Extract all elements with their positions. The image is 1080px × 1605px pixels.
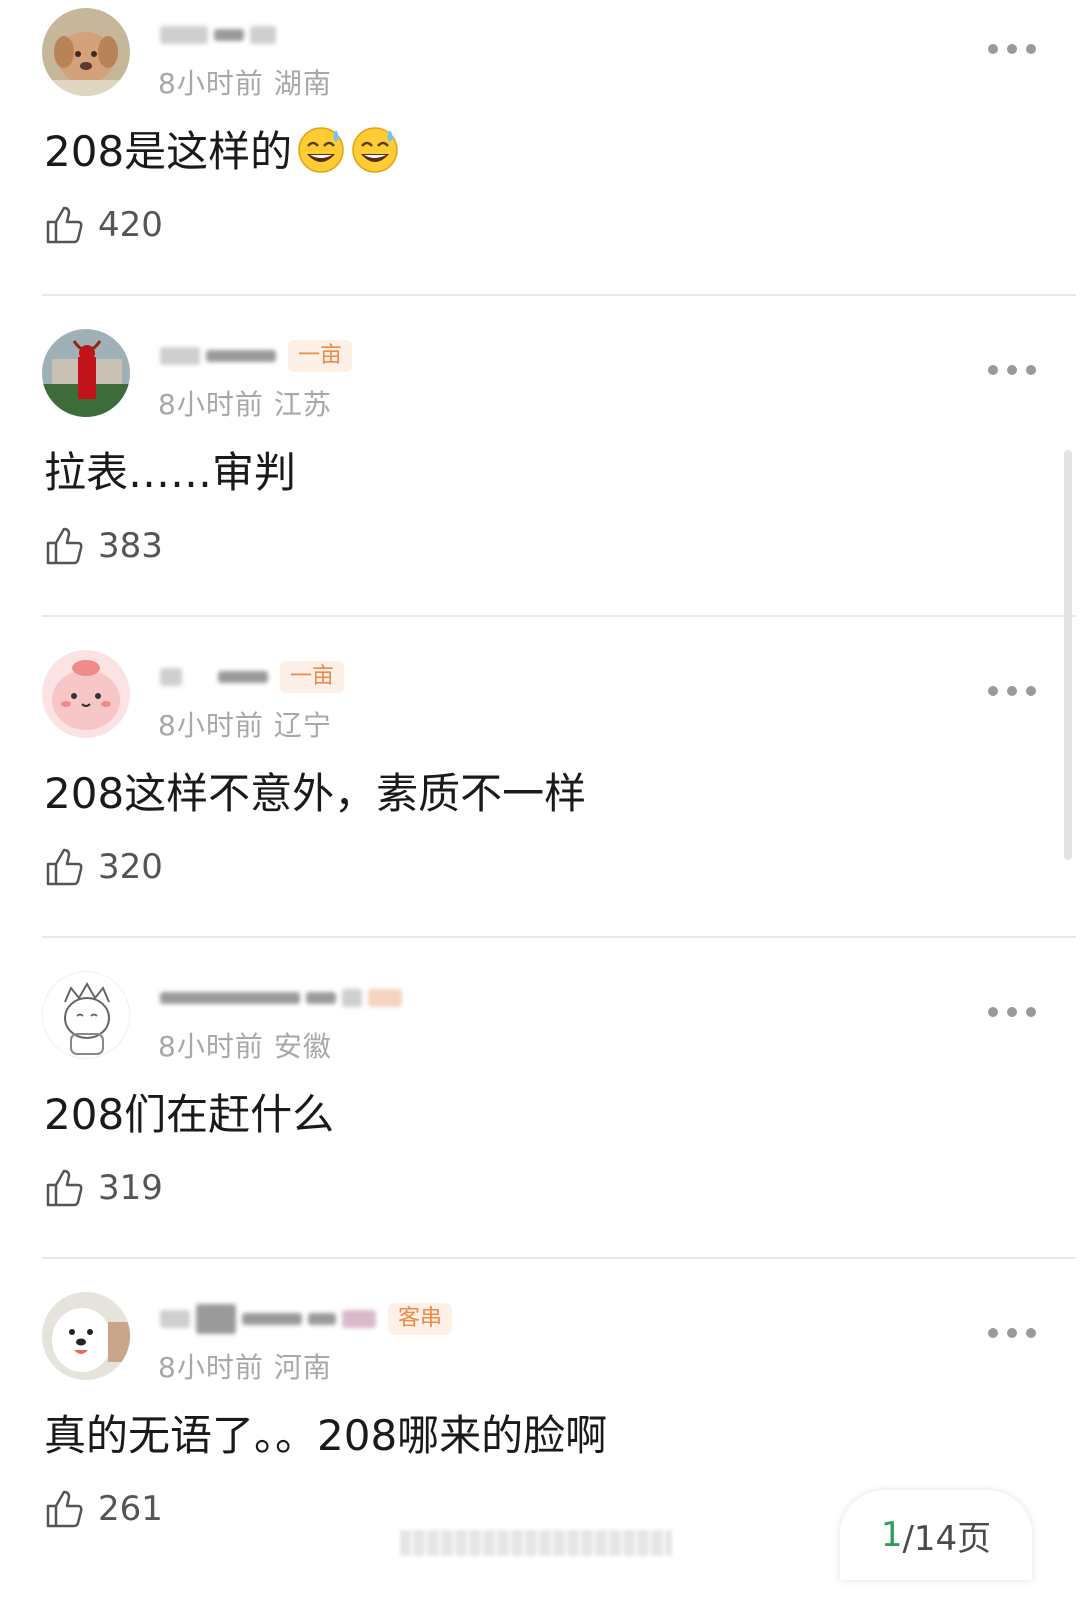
page-current: 1 — [880, 1515, 903, 1555]
comment-location: 河南 — [273, 1351, 332, 1384]
comment-text: 208们在赶什么 — [44, 1090, 335, 1139]
avatar[interactable] — [42, 650, 130, 738]
scrollbar[interactable] — [1064, 450, 1072, 860]
comment-location: 安徽 — [273, 1030, 332, 1063]
comment-time: 8小时前 — [158, 1351, 264, 1384]
comment-item: 一亩 8小时前 江苏 拉表……审判 383 — [0, 321, 1080, 642]
comment-text: 拉表……审判 — [44, 448, 297, 497]
user-badge: 一亩 — [288, 340, 353, 372]
username-masked[interactable] — [160, 20, 276, 50]
comment-meta: 8小时前 江苏 — [158, 383, 332, 423]
thumbs-up-icon — [46, 848, 83, 886]
divider — [42, 936, 1076, 938]
thumbs-up-icon — [46, 206, 83, 244]
white-dog-avatar-icon — [42, 1292, 130, 1380]
comment-meta: 8小时前 湖南 — [158, 62, 332, 102]
comment-time: 8小时前 — [158, 1030, 264, 1063]
red-figure-avatar-icon — [42, 329, 130, 417]
more-options-icon[interactable] — [988, 676, 1036, 706]
avatar[interactable] — [42, 971, 130, 1059]
pink-blob-avatar-icon — [42, 650, 130, 738]
sweat-smile-emoji-icon — [352, 126, 398, 173]
thumbs-up-icon — [46, 527, 83, 565]
page-indicator[interactable]: 1 /14页 — [840, 1490, 1032, 1580]
like-button[interactable]: 420 — [44, 204, 163, 246]
username-masked[interactable]: 客串 — [160, 1303, 453, 1335]
comment-time: 8小时前 — [158, 709, 264, 742]
like-count: 320 — [98, 847, 163, 887]
comment-item: 一亩 8小时前 辽宁 208这样不意外，素质不一样 320 — [0, 642, 1080, 963]
comment-item: 8小时前 安徽 208们在赶什么 319 — [0, 963, 1080, 1284]
like-count: 420 — [98, 205, 163, 245]
watermark-blur — [400, 1530, 672, 1556]
more-options-icon[interactable] — [988, 1318, 1036, 1348]
comment-text: 208这样不意外，素质不一样 — [44, 769, 587, 818]
like-count: 319 — [98, 1168, 163, 1208]
page-total: /14页 — [902, 1518, 992, 1559]
like-count: 383 — [98, 526, 163, 566]
more-options-icon[interactable] — [988, 355, 1036, 385]
sweat-smile-emoji-icon — [298, 126, 344, 173]
thumbs-up-icon — [46, 1169, 83, 1207]
avatar[interactable] — [42, 329, 130, 417]
divider — [42, 294, 1076, 296]
like-count: 261 — [98, 1489, 163, 1529]
more-options-icon[interactable] — [988, 997, 1036, 1027]
comment-text: 真的无语了。。208哪来的脸啊 — [44, 1411, 608, 1460]
comment-meta: 8小时前 辽宁 — [158, 704, 332, 744]
comment-location: 江苏 — [273, 388, 332, 421]
like-button[interactable]: 320 — [44, 846, 163, 888]
divider — [42, 615, 1076, 617]
user-badge: 一亩 — [280, 661, 345, 693]
like-button[interactable]: 319 — [44, 1167, 163, 1209]
divider — [42, 1257, 1076, 1259]
more-options-icon[interactable] — [988, 34, 1036, 64]
comment-time: 8小时前 — [158, 67, 264, 100]
comment-item: 8小时前 湖南 208是这样的 420 — [0, 0, 1080, 321]
comment-meta: 8小时前 安徽 — [158, 1025, 332, 1065]
username-masked[interactable]: 一亩 — [160, 340, 353, 372]
avatar[interactable] — [42, 1292, 130, 1380]
puppy-avatar-icon — [42, 8, 130, 96]
thumbs-up-icon — [46, 1490, 83, 1528]
like-button[interactable]: 261 — [44, 1488, 163, 1530]
comment-meta: 8小时前 河南 — [158, 1346, 332, 1386]
username-masked[interactable] — [160, 983, 402, 1013]
comment-location: 辽宁 — [273, 709, 332, 742]
avatar[interactable] — [42, 8, 130, 96]
user-badge: 客串 — [388, 1303, 453, 1335]
like-button[interactable]: 383 — [44, 525, 163, 567]
comment-text: 208是这样的 — [44, 118, 400, 179]
comment-time: 8小时前 — [158, 388, 264, 421]
username-masked[interactable]: 一亩 — [160, 661, 345, 693]
comment-location: 湖南 — [273, 67, 332, 100]
sketch-character-avatar-icon — [43, 972, 129, 1058]
